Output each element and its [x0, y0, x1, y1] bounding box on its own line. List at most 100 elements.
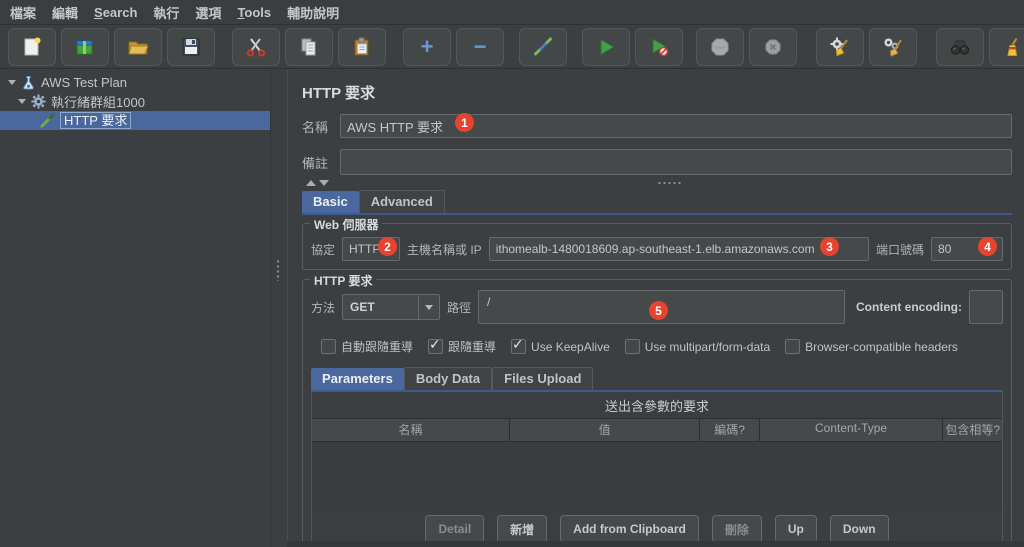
- checkbox-multipart[interactable]: Use multipart/form-data: [624, 339, 770, 354]
- add-element-button[interactable]: +: [403, 27, 451, 66]
- templates-button[interactable]: [61, 27, 109, 66]
- clear-button[interactable]: [816, 27, 864, 66]
- toolbar: + − STOP: [0, 25, 1024, 69]
- menu-help[interactable]: 輔助說明: [287, 3, 339, 22]
- start-button[interactable]: [582, 27, 630, 66]
- add-button[interactable]: 新增: [497, 515, 548, 543]
- callout-badge-4: 4: [978, 237, 997, 256]
- tab-basic[interactable]: Basic: [302, 191, 359, 213]
- clear-all-broom-gears-icon: [884, 38, 902, 57]
- comments-input[interactable]: [340, 149, 1012, 175]
- jmeter-window: 檔案 編輯 Search 執行 選項 Tools 輔助說明 + − STOP A…: [0, 0, 1024, 547]
- method-select-arrow[interactable]: [418, 295, 439, 319]
- search-binoculars-icon: [950, 40, 970, 55]
- open-button[interactable]: [114, 27, 162, 66]
- menu-edit[interactable]: 編輯: [52, 3, 78, 22]
- copy-button[interactable]: [285, 27, 333, 66]
- column-header-name[interactable]: 名稱: [312, 419, 511, 441]
- method-select[interactable]: GET: [342, 294, 441, 320]
- http-request-icon: [40, 113, 55, 128]
- new-file-icon: [24, 37, 41, 55]
- tab-underline: [302, 213, 1012, 215]
- checkbox-keepalive[interactable]: ✓ Use KeepAlive: [511, 336, 610, 354]
- templates-icon: [76, 40, 93, 54]
- tab-parameters[interactable]: Parameters: [311, 368, 404, 390]
- collapse-down-icon[interactable]: [319, 180, 329, 186]
- detail-button[interactable]: Detail: [425, 515, 485, 543]
- save-button[interactable]: [167, 27, 215, 66]
- panel-splitter[interactable]: [270, 69, 288, 547]
- checkbox-box[interactable]: ✓: [428, 336, 444, 354]
- checkbox-auto-redirect[interactable]: 自動跟隨重導: [321, 338, 413, 355]
- protocol-label: 協定: [311, 242, 336, 257]
- down-button[interactable]: Down: [829, 515, 889, 543]
- column-header-include-equals[interactable]: 包含相等?: [943, 419, 1002, 441]
- copy-icon: [301, 38, 316, 55]
- method-label: 方法: [311, 300, 336, 315]
- expand-arrow-icon[interactable]: [18, 99, 26, 104]
- column-header-content-type[interactable]: Content-Type: [760, 419, 944, 441]
- checkbox-browser-headers[interactable]: Browser-compatible headers: [785, 339, 958, 354]
- menu-file[interactable]: 檔案: [10, 3, 36, 22]
- toggle-button[interactable]: [519, 27, 567, 66]
- content-encoding-input[interactable]: [969, 290, 1003, 324]
- content-encoding-label: Content encoding:: [856, 300, 962, 314]
- new-file-button[interactable]: [8, 27, 56, 66]
- comments-row: 備註: [302, 149, 1012, 175]
- stop-button[interactable]: STOP: [696, 27, 744, 66]
- expand-arrow-icon[interactable]: [8, 80, 16, 85]
- start-no-timers-button[interactable]: [635, 27, 683, 66]
- menu-run[interactable]: 執行: [153, 3, 179, 22]
- checkbox-box[interactable]: [624, 339, 640, 354]
- horizontal-splitter-grip[interactable]: [657, 181, 681, 186]
- start-no-timers-icon: [652, 37, 669, 56]
- tab-body-data[interactable]: Body Data: [403, 367, 493, 390]
- basic-advanced-tabs: Basic Advanced: [302, 190, 1012, 213]
- menu-options[interactable]: 選項: [195, 3, 221, 22]
- callout-badge-1: 1: [455, 113, 474, 132]
- column-header-value[interactable]: 值: [510, 419, 701, 441]
- thread-group-icon: [31, 94, 46, 109]
- checkbox-box[interactable]: [321, 339, 336, 354]
- open-folder-icon: [128, 41, 149, 54]
- tab-advanced[interactable]: Advanced: [358, 190, 445, 213]
- shutdown-button[interactable]: [749, 27, 797, 66]
- clear-all-button[interactable]: [869, 27, 917, 66]
- checkbox-box[interactable]: ✓: [511, 336, 527, 354]
- tab-files-upload[interactable]: Files Upload: [492, 367, 594, 390]
- tree-node-thread-group[interactable]: 執行緒群組1000: [0, 92, 270, 111]
- checkbox-box[interactable]: [785, 339, 801, 354]
- tree-node-http-request[interactable]: HTTP 要求: [0, 111, 270, 130]
- tree-node-test-plan[interactable]: AWS Test Plan: [0, 73, 270, 92]
- host-input[interactable]: ithomealb-1480018609.ap-southeast-1.elb.…: [488, 237, 869, 261]
- test-plan-tree: AWS Test Plan 執行緒群組1000 HTTP 要求: [0, 69, 270, 547]
- paste-button[interactable]: [338, 27, 386, 66]
- search-reset-button[interactable]: [989, 27, 1024, 66]
- menu-tools[interactable]: Tools: [237, 5, 271, 20]
- paste-clipboard-icon: [354, 37, 369, 55]
- start-play-icon: [600, 38, 615, 55]
- add-from-clipboard-button[interactable]: Add from Clipboard: [560, 515, 699, 543]
- parameters-panel: 送出含參數的要求 名稱 值 編碼? Content-Type 包含相等? Det…: [311, 392, 1003, 547]
- clear-broom-gear-icon: [830, 37, 848, 56]
- tree-node-label: AWS Test Plan: [41, 75, 127, 90]
- cut-button[interactable]: [232, 27, 280, 66]
- web-server-legend: Web 伺服器: [310, 216, 383, 233]
- remove-icon: −: [473, 33, 487, 59]
- toggle-icon: [534, 37, 552, 55]
- menu-search[interactable]: Search: [94, 5, 137, 20]
- chevron-down-icon: [425, 304, 434, 310]
- page-title: HTTP 要求: [302, 85, 376, 102]
- search-button[interactable]: [936, 27, 984, 66]
- collapse-up-icon[interactable]: [306, 180, 316, 186]
- delete-button[interactable]: 刪除: [711, 515, 762, 543]
- add-icon: +: [420, 33, 434, 59]
- checkbox-follow-redirect[interactable]: ✓ 跟隨重導: [428, 336, 496, 355]
- parameters-table-body[interactable]: [312, 442, 1002, 509]
- remove-element-button[interactable]: −: [456, 27, 504, 66]
- name-input[interactable]: AWS HTTP 要求: [340, 114, 1012, 138]
- up-button[interactable]: Up: [774, 515, 817, 543]
- splitter-grip[interactable]: [276, 259, 280, 281]
- web-server-group: Web 伺服器 協定 HTTP 主機名稱或 IP ithomealb-14800…: [302, 216, 1012, 270]
- column-header-encode[interactable]: 編碼?: [700, 419, 760, 441]
